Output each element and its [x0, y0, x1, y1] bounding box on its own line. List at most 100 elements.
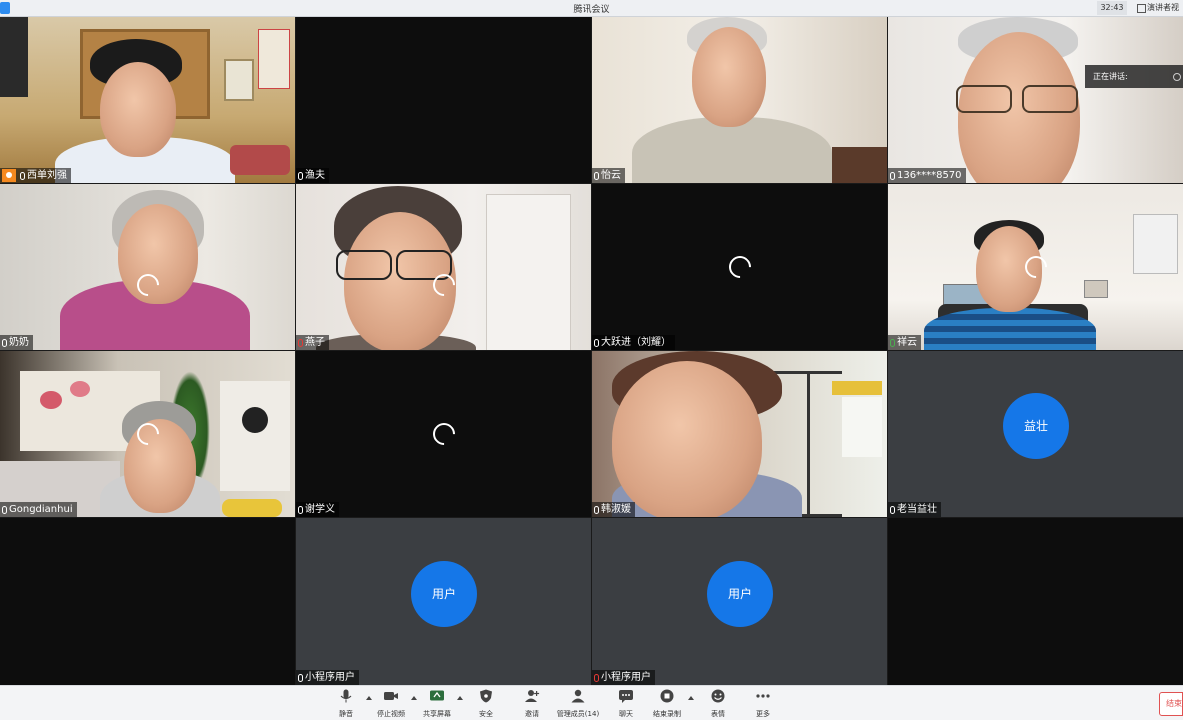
participant-name: 谢学义 — [305, 504, 335, 515]
speaker-view-button[interactable]: 演讲者视 — [1135, 1, 1183, 15]
video-tile-11[interactable]: 韩淑媛 — [592, 351, 887, 517]
microphone-muted-icon — [298, 338, 303, 347]
microphone-icon — [594, 505, 599, 514]
more-dots-icon — [756, 694, 770, 698]
share-screen-button[interactable]: 共享屏幕 — [420, 689, 454, 719]
participant-avatar: 用户 — [707, 561, 773, 627]
participant-name-tag: 老当益壮 — [888, 502, 941, 517]
microphone-icon — [2, 338, 7, 347]
participant-name-tag: 小程序用户 — [296, 670, 359, 685]
participant-name-tag: 燕子 — [296, 335, 329, 350]
video-tile-5[interactable]: 奶奶 — [0, 184, 295, 350]
participant-name: 渔夫 — [305, 170, 325, 181]
participant-name-tag: 韩淑媛 — [592, 502, 635, 517]
end-meeting-button[interactable]: 结束 — [1159, 692, 1183, 716]
video-tile-8[interactable]: 祥云 — [888, 184, 1183, 350]
video-tile-7[interactable]: 大跃进（刘耀） — [592, 184, 887, 350]
participant-name-tag: Gongdianhui — [0, 502, 77, 517]
chat-button[interactable]: 聊天 — [614, 689, 638, 719]
shield-icon — [480, 689, 492, 703]
video-feed — [888, 17, 1183, 183]
mute-options-chevron-icon[interactable] — [366, 696, 372, 700]
microphone-icon — [2, 505, 7, 514]
add-user-icon — [525, 690, 540, 702]
participant-name: 奶奶 — [9, 337, 29, 348]
video-feed — [592, 351, 887, 517]
video-feed — [592, 17, 887, 183]
microphone-icon — [298, 673, 303, 682]
invite-button[interactable]: 邀请 — [520, 689, 544, 719]
video-feed — [0, 17, 295, 183]
smiley-icon — [711, 689, 725, 703]
microphone-icon — [20, 171, 25, 180]
video-options-chevron-icon[interactable] — [411, 696, 417, 700]
video-tile-2[interactable]: 渔夫 — [296, 17, 591, 183]
video-tile-13[interactable]: 用户 小程序用户 — [296, 518, 591, 685]
video-tile-14[interactable]: 用户 小程序用户 — [592, 518, 887, 685]
stop-video-button[interactable]: 停止视频 — [374, 689, 408, 719]
record-stop-icon — [660, 689, 674, 703]
microphone-icon — [594, 338, 599, 347]
participant-avatar: 用户 — [411, 561, 477, 627]
participant-name-tag: 西单刘强 — [0, 168, 71, 183]
microphone-icon — [594, 171, 599, 180]
participant-name: 韩淑媛 — [601, 504, 631, 515]
participant-name: 怡云 — [601, 170, 621, 181]
recording-options-chevron-icon[interactable] — [688, 696, 694, 700]
microphone-muted-icon — [594, 673, 599, 682]
window-title: 腾讯会议 — [573, 5, 610, 15]
participant-name: 燕子 — [305, 337, 325, 348]
video-tile-4[interactable]: 正在讲话: 136****8570 — [888, 17, 1183, 183]
participant-name: 祥云 — [897, 337, 917, 348]
participant-name: 小程序用户 — [601, 672, 651, 683]
speaking-indicator: 正在讲话: — [1085, 65, 1183, 88]
video-feed — [0, 184, 295, 350]
empty-tile-left — [0, 518, 295, 685]
microphone-icon — [890, 171, 895, 180]
video-tile-10[interactable]: 谢学义 — [296, 351, 591, 517]
video-camera-icon — [384, 692, 398, 700]
microphone-icon — [298, 505, 303, 514]
meeting-window: 腾讯会议 32:43 演讲者视 西单刘强 渔夫 怡云 正在讲话: 136****… — [0, 0, 1183, 720]
meeting-timer: 32:43 — [1097, 1, 1127, 15]
video-tile-6[interactable]: 燕子 — [296, 184, 591, 350]
participant-name: 老当益壮 — [897, 504, 937, 515]
host-icon — [2, 169, 16, 182]
security-button[interactable]: 安全 — [474, 689, 498, 719]
video-feed — [296, 184, 591, 350]
share-screen-icon — [430, 690, 444, 701]
meeting-toolbar: 静音 停止视频 共享屏幕 安全 邀请 管理成员(14) 聊天 结束录制 表情 更… — [0, 685, 1183, 720]
reactions-button[interactable]: 表情 — [706, 689, 730, 719]
microphone-icon — [340, 689, 352, 703]
end-recording-button[interactable]: 结束录制 — [650, 689, 684, 719]
video-tile-3[interactable]: 怡云 — [592, 17, 887, 183]
participant-name: 大跃进（刘耀） — [601, 337, 671, 348]
video-grid: 西单刘强 渔夫 怡云 正在讲话: 136****8570 奶奶 燕子 大跃进（刘… — [0, 17, 1183, 685]
video-tile-1[interactable]: 西单刘强 — [0, 17, 295, 183]
participant-name-tag: 大跃进（刘耀） — [592, 335, 675, 350]
manage-members-button[interactable]: 管理成员(14) — [555, 689, 601, 719]
loading-spinner-icon — [428, 418, 460, 450]
participant-name: 136****8570 — [897, 170, 962, 181]
share-options-chevron-icon[interactable] — [457, 696, 463, 700]
empty-tile-right — [888, 518, 1183, 685]
participant-name-tag: 祥云 — [888, 335, 921, 350]
participant-name: 西单刘强 — [27, 170, 67, 181]
participant-name-tag: 怡云 — [592, 168, 625, 183]
microphone-icon — [298, 171, 303, 180]
participant-name: Gongdianhui — [9, 504, 73, 515]
members-icon — [571, 689, 585, 703]
microphone-icon — [890, 505, 895, 514]
microphone-icon — [890, 338, 895, 347]
mute-button[interactable]: 静音 — [334, 689, 358, 719]
title-bar: 腾讯会议 32:43 演讲者视 — [0, 0, 1183, 17]
chat-icon — [619, 690, 633, 703]
more-button[interactable]: 更多 — [751, 689, 775, 719]
participant-name: 小程序用户 — [305, 672, 355, 683]
participant-name-tag: 谢学义 — [296, 502, 339, 517]
video-tile-12[interactable]: 益壮 老当益壮 — [888, 351, 1183, 517]
video-tile-9[interactable]: Gongdianhui — [0, 351, 295, 517]
participant-name-tag: 小程序用户 — [592, 670, 655, 685]
participant-name-tag: 奶奶 — [0, 335, 33, 350]
participant-name-tag: 136****8570 — [888, 168, 966, 183]
